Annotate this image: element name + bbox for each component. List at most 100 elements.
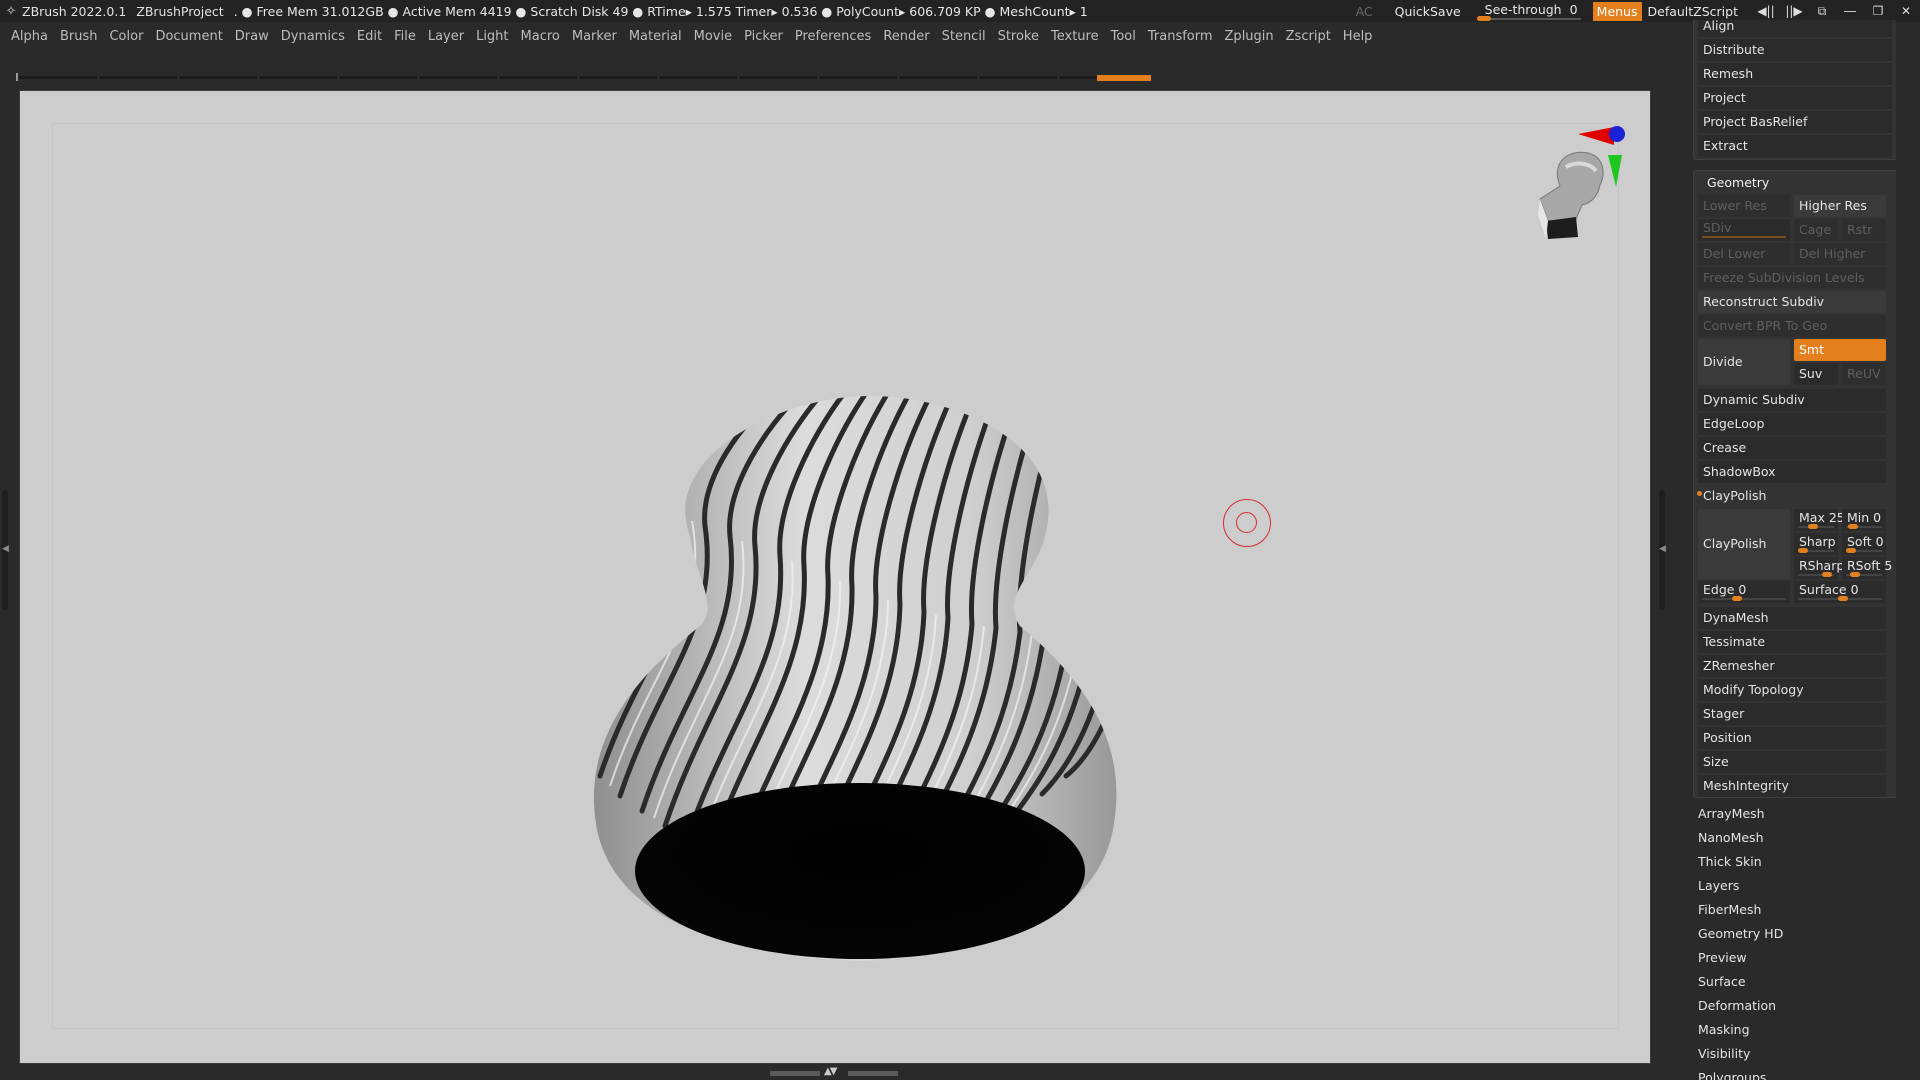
zremesher-button[interactable]: ZRemesher: [1698, 655, 1886, 677]
top-shelf-strip[interactable]: [18, 76, 1148, 79]
menu-alpha[interactable]: Alpha: [11, 29, 48, 44]
freeze-subdivision-button[interactable]: Freeze SubDivision Levels: [1698, 267, 1886, 289]
convert-bpr-button[interactable]: Convert BPR To Geo: [1698, 315, 1886, 337]
surface-subpalette[interactable]: Surface: [1698, 974, 1746, 989]
dynamesh-button[interactable]: DynaMesh: [1698, 607, 1886, 629]
reconstruct-subdiv-button[interactable]: Reconstruct Subdiv: [1698, 291, 1886, 313]
remesh-button[interactable]: Remesh: [1698, 63, 1892, 85]
menu-file[interactable]: File: [394, 29, 416, 44]
project-button[interactable]: Project: [1698, 87, 1892, 109]
layers-subpalette[interactable]: Layers: [1698, 878, 1739, 893]
thick-skin-subpalette[interactable]: Thick Skin: [1698, 854, 1762, 869]
geometry-header[interactable]: Geometry: [1707, 175, 1769, 190]
menu-stroke[interactable]: Stroke: [998, 29, 1039, 44]
see-through-knob[interactable]: [1476, 16, 1491, 21]
layout-cycle-icon[interactable]: ||▶: [1780, 4, 1808, 18]
stager-button[interactable]: Stager: [1698, 703, 1886, 725]
rsoft-slider[interactable]: RSoft 5: [1842, 557, 1892, 579]
layout-arrows-icon[interactable]: ◀||: [1752, 4, 1780, 18]
minimize-icon[interactable]: ―: [1836, 4, 1864, 18]
menu-color[interactable]: Color: [109, 29, 143, 44]
nanomesh-subpalette[interactable]: NanoMesh: [1698, 830, 1764, 845]
menu-draw[interactable]: Draw: [235, 29, 269, 44]
menu-stencil[interactable]: Stencil: [942, 29, 986, 44]
sharp-slider[interactable]: Sharp: [1794, 533, 1838, 555]
meshintegrity-button[interactable]: MeshIntegrity: [1698, 775, 1886, 797]
edgeloop-button[interactable]: EdgeLoop: [1698, 413, 1886, 435]
menu-texture[interactable]: Texture: [1051, 29, 1099, 44]
del-higher-button[interactable]: Del Higher: [1794, 243, 1886, 265]
visibility-subpalette[interactable]: Visibility: [1698, 1046, 1750, 1061]
distribute-button[interactable]: Distribute: [1698, 39, 1892, 61]
smt-toggle[interactable]: Smt: [1794, 339, 1886, 361]
menu-picker[interactable]: Picker: [744, 29, 783, 44]
edge-slider[interactable]: Edge 0: [1698, 581, 1790, 603]
max-slider[interactable]: Max 25: [1794, 509, 1845, 531]
menu-macro[interactable]: Macro: [521, 29, 560, 44]
claypolish-header[interactable]: ClayPolish: [1698, 485, 1886, 507]
project-basrelief-button[interactable]: Project BasRelief: [1698, 111, 1892, 133]
document-canvas[interactable]: [19, 90, 1651, 1064]
restore-icon[interactable]: ❐: [1864, 4, 1892, 18]
menu-material[interactable]: Material: [629, 29, 682, 44]
rsharp-slider[interactable]: RSharp: [1794, 557, 1844, 579]
sdiv-slider[interactable]: SDiv: [1698, 219, 1790, 241]
arraymesh-subpalette[interactable]: ArrayMesh: [1698, 806, 1765, 821]
min-slider[interactable]: Min 0: [1842, 509, 1886, 531]
del-lower-button[interactable]: Del Lower: [1698, 243, 1790, 265]
fibermesh-subpalette[interactable]: FiberMesh: [1698, 902, 1761, 917]
claypolish-button[interactable]: ClayPolish: [1698, 509, 1790, 579]
position-button[interactable]: Position: [1698, 727, 1886, 749]
tessimate-button[interactable]: Tessimate: [1698, 631, 1886, 653]
right-tray-handle[interactable]: ◀: [1659, 490, 1666, 610]
menu-preferences[interactable]: Preferences: [795, 29, 871, 44]
active-shelf-indicator[interactable]: [1097, 75, 1151, 81]
left-tray-handle[interactable]: ◀: [2, 490, 9, 610]
navigation-head-icon[interactable]: [1500, 111, 1640, 271]
menu-tool[interactable]: Tool: [1111, 29, 1136, 44]
menu-zplugin[interactable]: Zplugin: [1225, 29, 1274, 44]
menu-layer[interactable]: Layer: [428, 29, 464, 44]
menu-document[interactable]: Document: [155, 29, 222, 44]
geometry-hd-subpalette[interactable]: Geometry HD: [1698, 926, 1783, 941]
bottom-tray-handle[interactable]: ▲▼: [770, 1066, 900, 1078]
size-button[interactable]: Size: [1698, 751, 1886, 773]
close-icon[interactable]: ✕: [1892, 4, 1920, 18]
menu-marker[interactable]: Marker: [572, 29, 617, 44]
masking-subpalette[interactable]: Masking: [1698, 1022, 1750, 1037]
menu-movie[interactable]: Movie: [694, 29, 732, 44]
lower-res-button[interactable]: Lower Res: [1698, 195, 1790, 217]
rstr-button[interactable]: Rstr: [1842, 219, 1886, 241]
menu-brush[interactable]: Brush: [60, 29, 98, 44]
polygroups-subpalette[interactable]: Polygroups: [1698, 1070, 1766, 1080]
menu-transform[interactable]: Transform: [1148, 29, 1213, 44]
modify-topology-button[interactable]: Modify Topology: [1698, 679, 1886, 701]
cage-button[interactable]: Cage: [1794, 219, 1838, 241]
surface-slider[interactable]: Surface 0: [1794, 581, 1886, 603]
shadowbox-button[interactable]: ShadowBox: [1698, 461, 1886, 483]
menu-light[interactable]: Light: [476, 29, 508, 44]
menu-render[interactable]: Render: [883, 29, 929, 44]
see-through-slider[interactable]: See-through 0: [1476, 1, 1581, 21]
vase-mesh[interactable]: [580, 396, 1140, 1036]
ac-button[interactable]: AC: [1356, 4, 1373, 19]
reuv-toggle[interactable]: ReUV: [1842, 363, 1886, 385]
extract-button[interactable]: Extract: [1698, 135, 1892, 157]
window-swap-icon[interactable]: ⧉: [1808, 4, 1836, 19]
preview-subpalette[interactable]: Preview: [1698, 950, 1747, 965]
menu-dynamics[interactable]: Dynamics: [281, 29, 345, 44]
suv-toggle[interactable]: Suv: [1794, 363, 1838, 385]
dynamic-subdiv-button[interactable]: Dynamic Subdiv: [1698, 389, 1886, 411]
default-zscript-button[interactable]: DefaultZScript: [1648, 4, 1739, 19]
align-button[interactable]: Align: [1698, 20, 1892, 37]
menu-zscript[interactable]: Zscript: [1286, 29, 1331, 44]
soft-slider[interactable]: Soft 0: [1842, 533, 1886, 555]
menus-toggle-button[interactable]: Menus: [1592, 1, 1642, 21]
crease-button[interactable]: Crease: [1698, 437, 1886, 459]
deformation-subpalette[interactable]: Deformation: [1698, 998, 1776, 1013]
quicksave-button[interactable]: QuickSave: [1395, 4, 1461, 19]
higher-res-button[interactable]: Higher Res: [1794, 195, 1886, 217]
menu-edit[interactable]: Edit: [357, 29, 382, 44]
menu-help[interactable]: Help: [1343, 29, 1373, 44]
divide-button[interactable]: Divide: [1698, 339, 1790, 385]
